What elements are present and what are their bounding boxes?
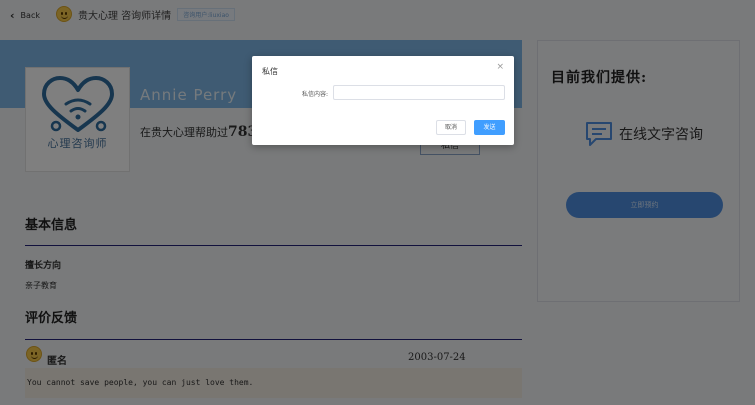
message-dialog: 私信 × 私信内容: 取消 发送 (252, 56, 514, 145)
send-button[interactable]: 发送 (474, 120, 505, 135)
close-icon[interactable]: × (496, 62, 504, 72)
cancel-button[interactable]: 取消 (436, 120, 466, 135)
message-input[interactable] (333, 85, 505, 100)
message-field-label: 私信内容: (301, 91, 328, 98)
dialog-title: 私信 (262, 67, 278, 76)
